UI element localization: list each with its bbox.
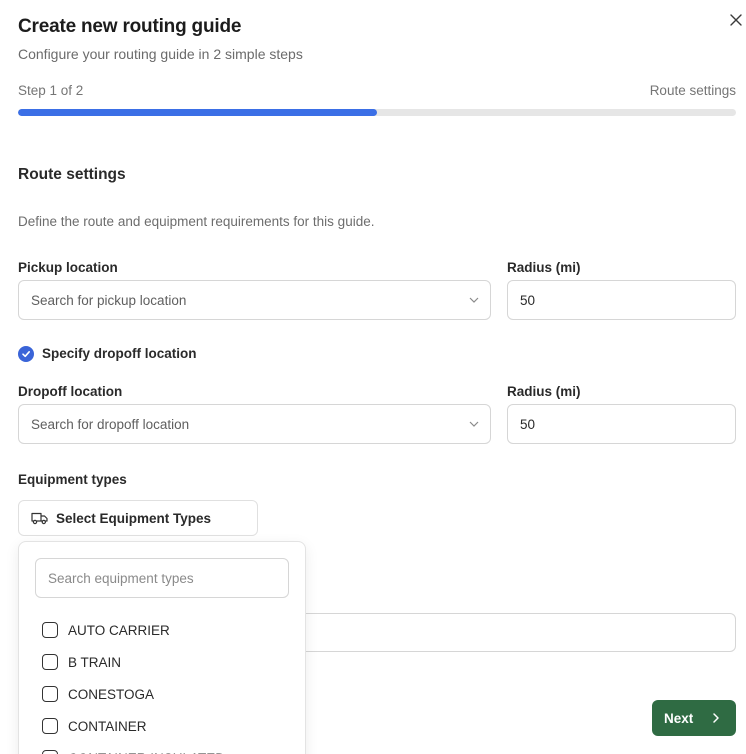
dropoff-location-label: Dropoff location [18, 384, 123, 399]
progress-fill [18, 109, 377, 116]
chevron-down-icon [469, 421, 479, 427]
step-name: Route settings [649, 83, 736, 98]
equipment-options-list: AUTO CARRIER B TRAIN CONESTOGA CONTAINER CON… [19, 614, 305, 754]
equipment-option-label: AUTO CARRIER [68, 622, 170, 638]
equipment-types-dropdown: AUTO CARRIER B TRAIN CONESTOGA CONTAINER CON… [18, 541, 306, 754]
pickup-location-placeholder: Search for pickup location [31, 292, 187, 308]
next-button-label: Next [664, 710, 694, 726]
equipment-option-checkbox[interactable] [42, 686, 58, 702]
chevron-right-icon [713, 713, 719, 723]
equipment-option[interactable]: CONESTOGA [19, 678, 305, 710]
select-equipment-types-button[interactable]: Select Equipment Types [18, 500, 258, 536]
check-icon [22, 351, 30, 358]
close-button[interactable] [726, 10, 746, 30]
equipment-option[interactable]: CONTAINER [19, 710, 305, 742]
equipment-option[interactable]: CONTAINER INSULATED [19, 742, 305, 754]
dropoff-radius-label: Radius (mi) [507, 384, 581, 399]
modal-subtitle: Configure your routing guide in 2 simple… [18, 46, 303, 62]
chevron-down-icon [469, 297, 479, 303]
dropoff-checkbox[interactable] [18, 346, 34, 362]
section-title: Route settings [18, 166, 126, 183]
equipment-option-label: B TRAIN [68, 654, 122, 670]
section-description: Define the route and equipment requireme… [18, 214, 375, 229]
step-label: Step 1 of 2 [18, 83, 84, 98]
modal-title: Create new routing guide [18, 16, 242, 37]
pickup-radius-input[interactable] [507, 280, 736, 320]
equipment-option-label: CONESTOGA [68, 686, 155, 702]
equipment-types-label: Equipment types [18, 472, 127, 487]
equipment-option[interactable]: AUTO CARRIER [19, 614, 305, 646]
pickup-radius-label: Radius (mi) [507, 260, 581, 275]
equipment-option-checkbox[interactable] [42, 654, 58, 670]
dropoff-location-select[interactable]: Search for dropoff location [18, 404, 491, 444]
equipment-option-checkbox[interactable] [42, 718, 58, 734]
pickup-location-select[interactable]: Search for pickup location [18, 280, 491, 320]
equipment-option-label: CONTAINER [68, 718, 147, 734]
equipment-search-input[interactable] [35, 558, 289, 598]
select-equipment-types-label: Select Equipment Types [56, 510, 212, 526]
progress-bar [18, 109, 736, 116]
pickup-location-label: Pickup location [18, 260, 118, 275]
close-icon [730, 14, 742, 26]
equipment-option-checkbox[interactable] [42, 750, 58, 754]
equipment-option[interactable]: B TRAIN [19, 646, 305, 678]
equipment-option-checkbox[interactable] [42, 622, 58, 638]
next-button[interactable]: Next [652, 700, 736, 736]
dropoff-radius-input[interactable] [507, 404, 736, 444]
dropoff-location-placeholder: Search for dropoff location [31, 416, 190, 432]
equipment-option-label: CONTAINER INSULATED [68, 751, 225, 754]
truck-icon [31, 512, 48, 525]
dropoff-checkbox-label: Specify dropoff location [42, 346, 197, 361]
